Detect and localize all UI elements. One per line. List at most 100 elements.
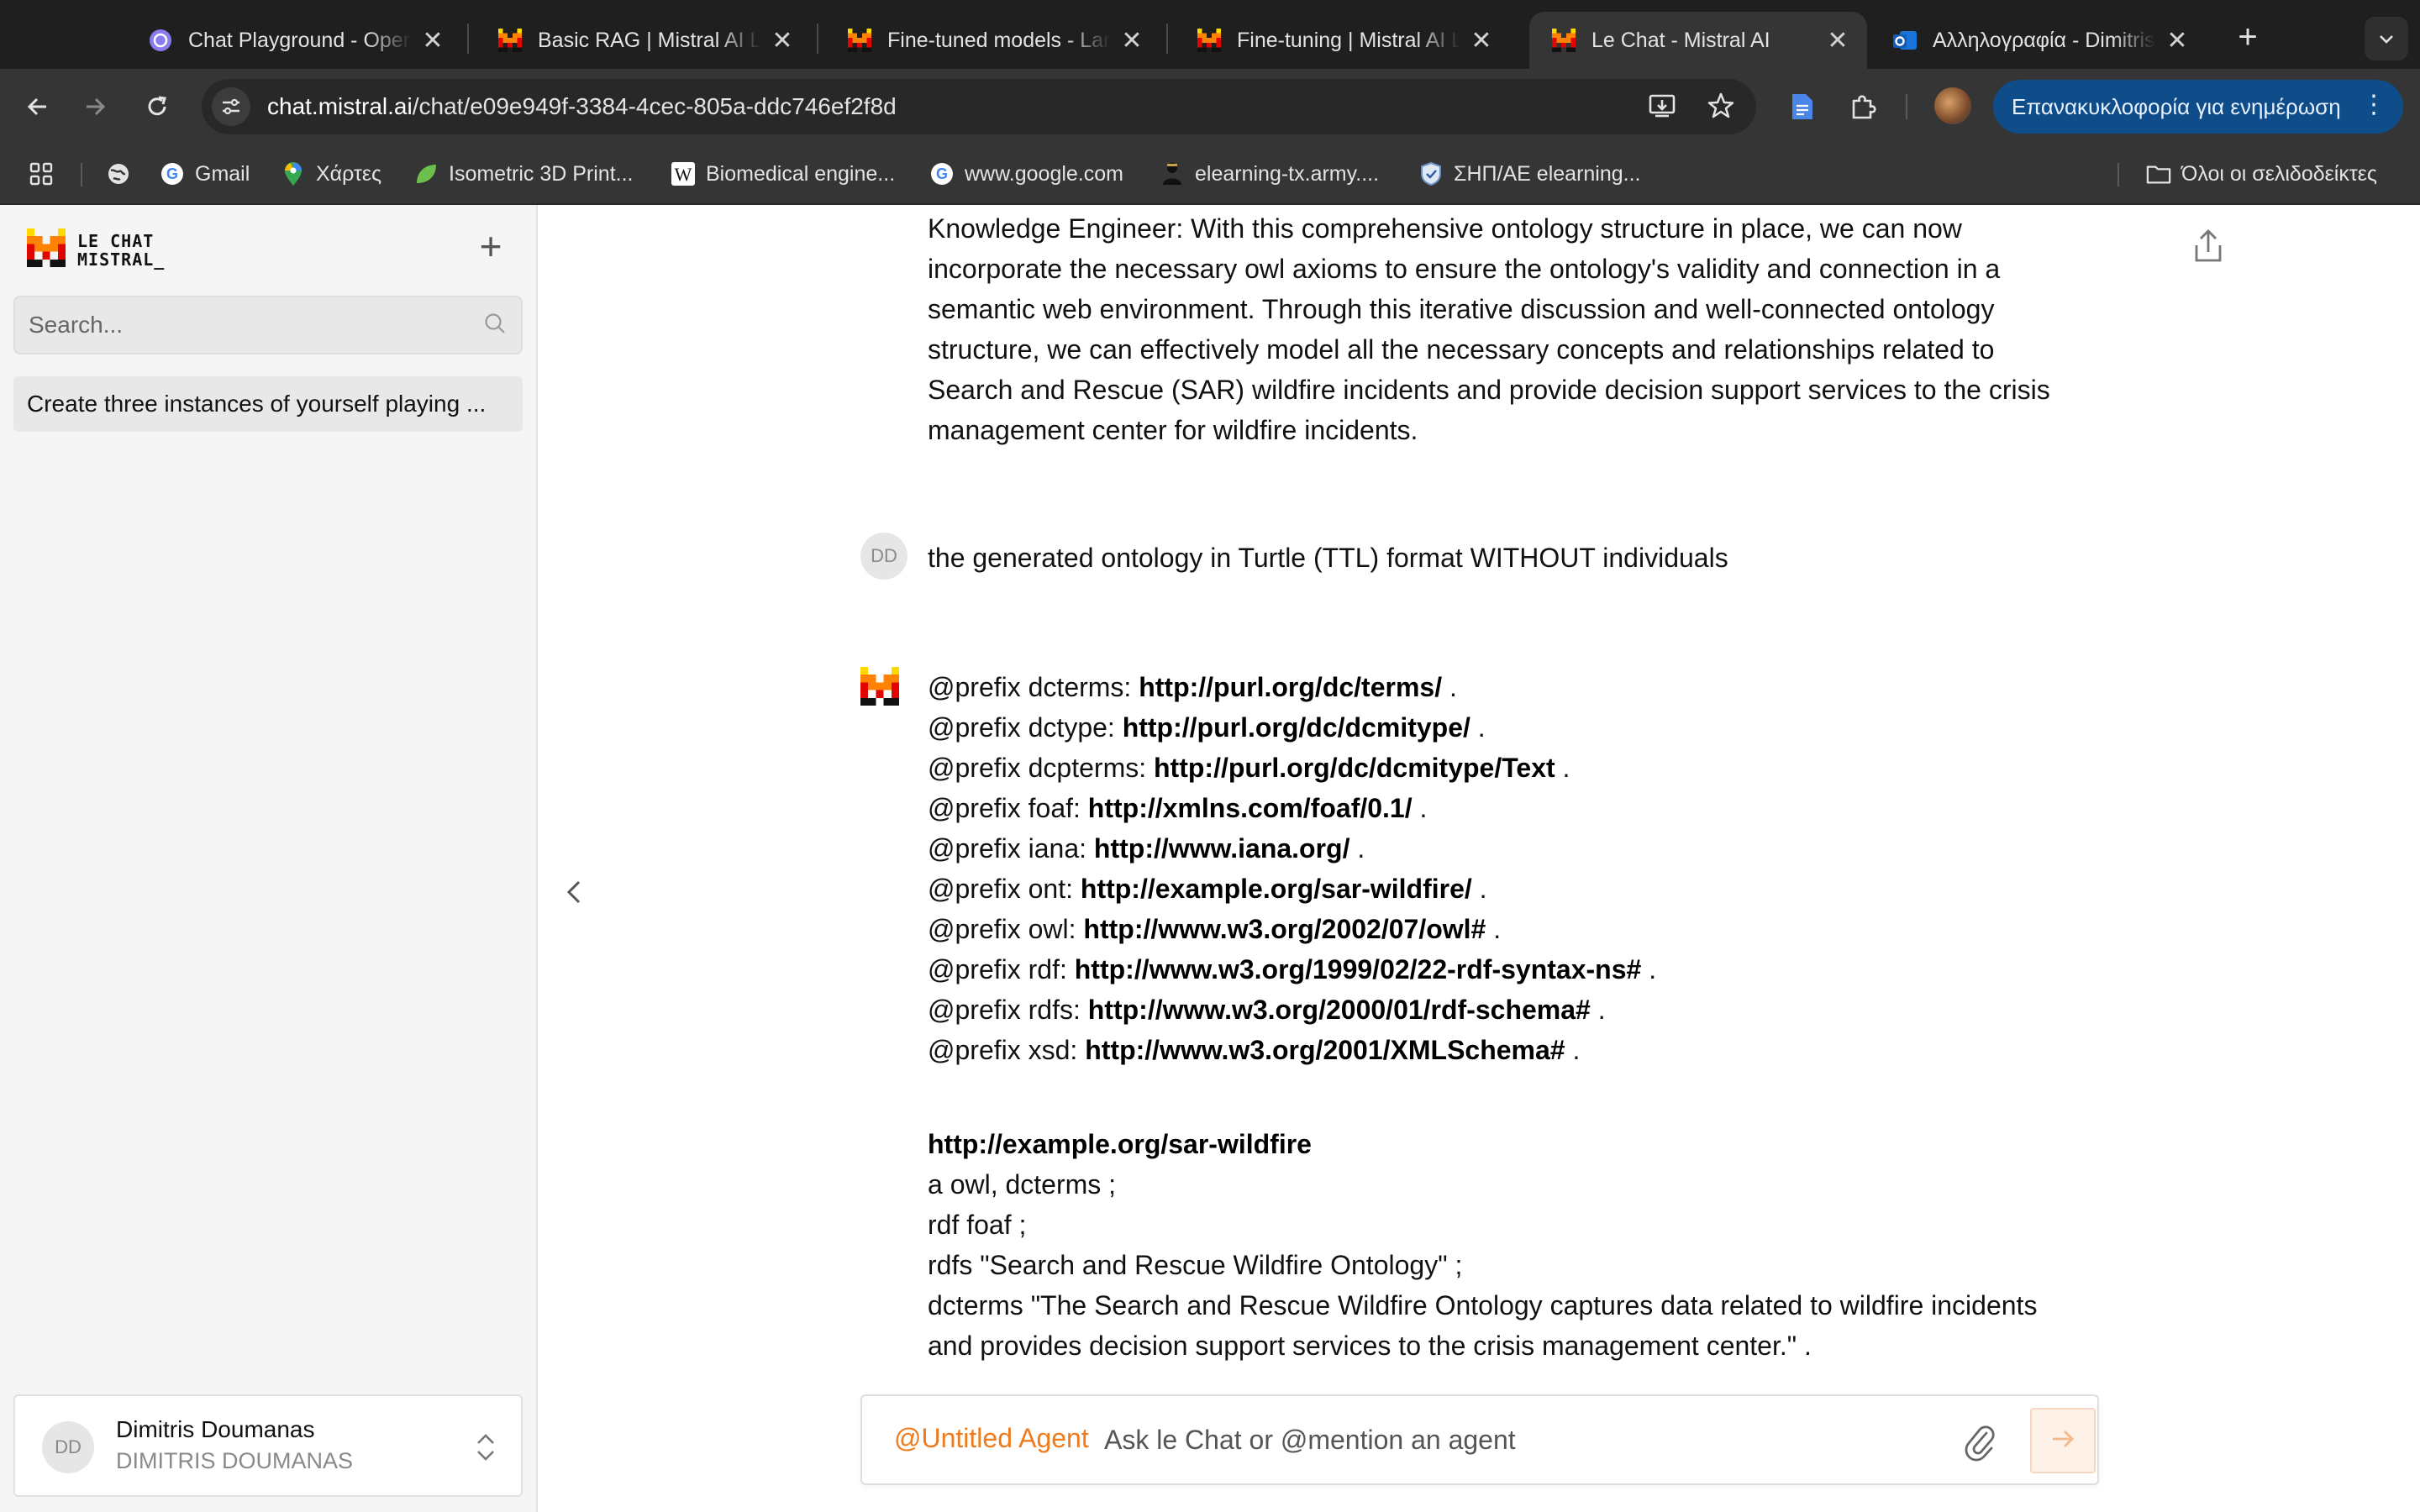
back-arrow-icon[interactable] xyxy=(17,86,59,128)
prefix-namespace-link[interactable]: http://www.iana.org/ xyxy=(1094,833,1350,864)
prefix-namespace-link[interactable]: http://example.org/sar-wildfire/ xyxy=(1081,874,1472,904)
chat-input[interactable] xyxy=(1104,1416,1928,1463)
search-icon[interactable] xyxy=(482,311,508,340)
user-workspace: DIMITRIS DOUMANAS xyxy=(116,1448,354,1473)
prefix-declaration: @prefix xsd: xyxy=(928,1035,1086,1065)
ttl-prefix-line: @prefix rdf: http://www.w3.org/1999/02/2… xyxy=(928,949,2054,990)
bookmark-isometric[interactable]: Isometric 3D Print... xyxy=(413,158,634,190)
tab-basic-rag[interactable]: Basic RAG | Mistral AI Large Language Mo… xyxy=(476,12,812,69)
user-account-card[interactable]: DD Dimitris Doumanas DIMITRIS DOUMANAS xyxy=(13,1394,523,1497)
tab-separator xyxy=(1166,24,1168,54)
address-bar[interactable]: chat.mistral.ai/chat/e09e949f-3384-4cec-… xyxy=(202,79,1756,134)
close-icon[interactable]: ✕ xyxy=(770,26,795,55)
conversation-item[interactable]: Create three instances of yourself playi… xyxy=(13,376,523,432)
bookmark-ship-elearning[interactable]: ΣΗΠ/ΑΕ elearning... xyxy=(1418,158,1641,190)
prefix-declaration: @prefix rdf: xyxy=(928,954,1075,984)
new-chat-plus-icon[interactable]: + xyxy=(471,227,511,267)
bookmark-google[interactable]: G www.google.com xyxy=(929,158,1123,190)
collapse-sidebar-chevron-icon[interactable] xyxy=(558,875,592,909)
prefix-namespace-link[interactable]: http://purl.org/dc/terms/ xyxy=(1139,672,1442,702)
ontology-link[interactable]: http://example.org/sar-wildfire xyxy=(928,1124,2054,1164)
chat-main: Knowledge Engineer: With this comprehens… xyxy=(539,205,2420,1512)
bookmark-gmail[interactable]: G Gmail xyxy=(160,158,250,190)
assistant-text-line: structure, we can effectively model all … xyxy=(928,334,1995,365)
prefix-namespace-link[interactable]: http://purl.org/dc/dcmitype/ xyxy=(1123,712,1470,743)
new-tab-icon[interactable]: + xyxy=(2228,18,2267,57)
tab-title: Αλληλογραφία - Dimitris Doumanas xyxy=(1933,28,2156,52)
prefix-declaration: @prefix dcterms: xyxy=(928,672,1139,702)
bookmark-elearning-army[interactable]: elearning-tx.army.... xyxy=(1160,158,1379,190)
send-button[interactable] xyxy=(2030,1408,2096,1473)
user-avatar: DD xyxy=(42,1421,94,1473)
ttl-prefix-line: @prefix iana: http://www.iana.org/ . xyxy=(928,828,2054,869)
tab-search-chevron-icon[interactable] xyxy=(2365,17,2408,60)
le-chat-logo[interactable]: LE CHAT MISTRAL_ xyxy=(27,228,165,271)
profile-avatar[interactable] xyxy=(1934,87,1971,124)
reload-icon[interactable] xyxy=(136,86,178,128)
extensions-puzzle-icon[interactable] xyxy=(1842,86,1884,128)
relaunch-update-button[interactable]: Επανακυκλοφορία για ενημέρωση ⋮ xyxy=(1993,80,2403,134)
tab-title: Fine-tuned models - Large Language Model… xyxy=(887,28,1111,52)
prefix-namespace-link[interactable]: http://xmlns.com/foaf/0.1/ xyxy=(1088,793,1413,823)
site-settings-icon[interactable] xyxy=(212,87,250,126)
user-name: Dimitris Doumanas xyxy=(116,1416,315,1442)
prefix-namespace-link[interactable]: http://www.w3.org/1999/02/22-rdf-syntax-… xyxy=(1075,954,1642,984)
prefix-namespace-link[interactable]: http://www.w3.org/2002/07/owl# xyxy=(1083,914,1486,944)
tab-fine-tuning[interactable]: Fine-tuning | Mistral AI Large Language … xyxy=(1175,12,1511,69)
prefix-declaration: @prefix dctype: xyxy=(928,712,1123,743)
forward-arrow-icon[interactable] xyxy=(74,86,116,128)
all-bookmarks-folder[interactable]: Όλοι οι σελιδοδείκτες xyxy=(2146,158,2377,190)
search-input[interactable] xyxy=(29,312,482,339)
user-message-text: the generated ontology in Turtle (TTL) f… xyxy=(928,543,1728,573)
globe-icon xyxy=(106,161,131,186)
update-button-label: Επανακυκλοφορία για ενημέρωση xyxy=(2012,93,2341,119)
close-icon[interactable]: ✕ xyxy=(1825,26,1850,55)
apps-grid-icon[interactable] xyxy=(29,158,54,190)
bookmark-separator xyxy=(81,163,82,186)
bookmark-biomedical[interactable]: W Biomedical engine... xyxy=(671,158,895,190)
user-message: the generated ontology in Turtle (TTL) f… xyxy=(928,538,2054,578)
close-icon[interactable]: ✕ xyxy=(1119,26,1144,55)
sidebar-search[interactable] xyxy=(13,296,523,354)
tab-chat-playground[interactable]: Chat Playground - OpenAI API ✕ xyxy=(126,12,462,69)
prefix-declaration: @prefix foaf: xyxy=(928,793,1088,823)
install-app-icon[interactable] xyxy=(1647,91,1681,124)
ttl-statement-line: rdfs "Search and Rescue Wildfire Ontolog… xyxy=(928,1250,1463,1280)
chevron-up-down-icon[interactable] xyxy=(469,1428,502,1467)
bookmark-globe[interactable] xyxy=(106,158,141,190)
tab-le-chat[interactable]: Le Chat - Mistral AI ✕ xyxy=(1529,12,1867,69)
ttl-statement-line: and provides decision support services t… xyxy=(928,1331,1812,1361)
mistral-icon xyxy=(847,28,872,53)
prefix-namespace-link[interactable]: http://www.w3.org/2001/XMLSchema# xyxy=(1085,1035,1565,1065)
ttl-prefix-line: @prefix xsd: http://www.w3.org/2001/XMLS… xyxy=(928,1030,2054,1070)
mistral-logo-icon xyxy=(27,228,66,271)
chat-composer: @Untitled Agent xyxy=(860,1394,2099,1485)
ttl-statement-line: rdf foaf ; xyxy=(928,1210,1027,1240)
close-icon[interactable]: ✕ xyxy=(2165,26,2190,55)
bookmark-label: ΣΗΠ/ΑΕ elearning... xyxy=(1454,161,1641,186)
prefix-namespace-link[interactable]: http://purl.org/dc/dcmitype/Text xyxy=(1154,753,1555,783)
browser-tab-strip: Chat Playground - OpenAI API ✕ Basic RAG… xyxy=(0,0,2420,69)
wikipedia-icon: W xyxy=(671,161,696,186)
mistral-logo-icon xyxy=(860,667,899,709)
svg-text:G: G xyxy=(936,165,948,182)
bookmark-maps[interactable]: Χάρτες xyxy=(281,158,381,190)
prefix-namespace-link[interactable]: http://www.w3.org/2000/01/rdf-schema# xyxy=(1088,995,1591,1025)
bookmark-star-icon[interactable] xyxy=(1706,91,1739,124)
assistant-message-previous: Knowledge Engineer: With this comprehens… xyxy=(928,208,2054,450)
paperclip-attach-icon[interactable] xyxy=(1961,1421,1998,1462)
agent-mention-tag[interactable]: @Untitled Agent xyxy=(894,1423,1089,1454)
tab-outlook-mail[interactable]: Αλληλογραφία - Dimitris Doumanas ✕ xyxy=(1870,12,2207,69)
prefix-terminator: . xyxy=(1442,672,1457,702)
assistant-text-line: semantic web environment. Through this i… xyxy=(928,294,1995,324)
url-text[interactable]: chat.mistral.ai/chat/e09e949f-3384-4cec-… xyxy=(267,93,897,120)
openai-icon xyxy=(148,28,173,53)
google-docs-extension-icon[interactable] xyxy=(1781,86,1823,128)
close-icon[interactable]: ✕ xyxy=(420,26,445,55)
kebab-menu-icon[interactable]: ⋮ xyxy=(2361,92,2386,118)
tab-fine-tuned-models[interactable]: Fine-tuned models - Large Language Model… xyxy=(825,12,1161,69)
tab-separator xyxy=(817,24,818,54)
browser-toolbar: chat.mistral.ai/chat/e09e949f-3384-4cec-… xyxy=(0,69,2420,143)
close-icon[interactable]: ✕ xyxy=(1469,26,1494,55)
share-icon[interactable] xyxy=(2188,227,2228,267)
